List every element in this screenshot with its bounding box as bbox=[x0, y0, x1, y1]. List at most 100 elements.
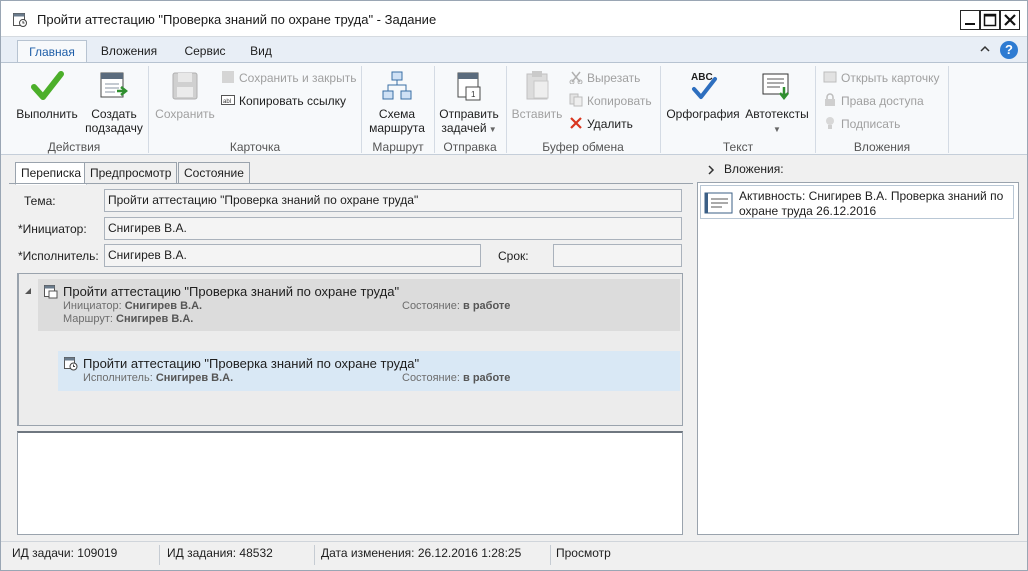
copy-link-label: Копировать ссылку bbox=[239, 94, 346, 108]
ribbon-tab-home[interactable]: Главная bbox=[17, 40, 87, 63]
sign-button[interactable]: Подписать bbox=[823, 115, 900, 133]
paste-label: Вставить bbox=[511, 107, 563, 121]
assignment-clock-icon bbox=[64, 357, 78, 371]
send-as-task-button[interactable]: 1 Отправить задачей ▼ bbox=[436, 69, 502, 137]
clipboard-icon bbox=[526, 71, 549, 100]
delete-button[interactable]: Удалить bbox=[569, 115, 633, 133]
svg-text:abl: abl bbox=[223, 99, 231, 105]
child-state: Состояние: в работе bbox=[402, 372, 511, 384]
child-executor: Исполнитель: Снигирев В.А. bbox=[83, 372, 234, 384]
access-rights-label: Права доступа bbox=[841, 94, 924, 108]
parent-state: Состояние: в работе bbox=[402, 300, 511, 312]
link-icon: abl bbox=[221, 95, 235, 105]
task-window: Пройти аттестацию "Проверка знаний по ох… bbox=[0, 0, 1028, 571]
checkmark-icon bbox=[31, 71, 64, 100]
task-id: ИД задачи: 109019 bbox=[12, 546, 118, 560]
group-separator bbox=[948, 66, 949, 153]
title-bar[interactable]: Пройти аттестацию "Проверка знаний по ох… bbox=[1, 1, 1027, 37]
lock-icon bbox=[825, 93, 835, 106]
save-label: Сохранить bbox=[155, 107, 215, 121]
status-bar: ИД задачи: 109019 ИД задания: 48532 Дата… bbox=[1, 541, 1027, 570]
spellcheck-icon: ABC bbox=[691, 72, 717, 99]
modified-date: Дата изменения: 26.12.2016 1:28:25 bbox=[321, 546, 522, 560]
document-card-icon bbox=[704, 192, 733, 214]
ribbon-tab-attachments[interactable]: Вложения bbox=[93, 40, 165, 63]
group-label-card: Карточка bbox=[229, 140, 281, 154]
parent-task-title: Пройти аттестацию "Проверка знаний по ох… bbox=[63, 284, 400, 299]
view-mode: Просмотр bbox=[556, 546, 611, 560]
route-scheme-button[interactable]: Схема маршрута bbox=[363, 69, 431, 135]
deadline-label: Срок: bbox=[498, 249, 529, 263]
close-button[interactable] bbox=[1000, 10, 1020, 30]
spelling-button[interactable]: ABC Орфография bbox=[662, 69, 744, 121]
maximize-button[interactable] bbox=[980, 10, 1000, 30]
group-label-clipboard: Буфер обмена bbox=[542, 140, 624, 154]
cut-button[interactable]: Вырезать bbox=[569, 69, 640, 87]
tab-state[interactable]: Состояние bbox=[178, 162, 250, 184]
attachment-item[interactable]: Активность: Снигирев В.А. Проверка знани… bbox=[700, 185, 1014, 219]
initiator-label: *Инициатор: bbox=[18, 222, 87, 236]
deadline-field[interactable] bbox=[553, 244, 682, 267]
access-rights-button[interactable]: Права доступа bbox=[823, 92, 924, 110]
chevron-right-icon[interactable] bbox=[707, 165, 715, 175]
tree-node-parent[interactable]: Пройти аттестацию "Проверка знаний по ох… bbox=[38, 279, 680, 331]
ribbon-tab-view[interactable]: Вид bbox=[243, 40, 279, 63]
tree-expand-icon[interactable] bbox=[24, 287, 32, 295]
executor-field[interactable]: Снигирев В.А. bbox=[104, 244, 481, 267]
status-separator bbox=[550, 545, 551, 565]
tab-correspondence[interactable]: Переписка bbox=[15, 162, 88, 185]
maximize-icon bbox=[983, 13, 997, 27]
autotext-icon bbox=[762, 73, 789, 101]
minimize-button[interactable] bbox=[960, 10, 980, 30]
paste-button[interactable]: Вставить bbox=[508, 69, 566, 121]
tree-node-child[interactable]: Пройти аттестацию "Проверка знаний по ох… bbox=[58, 351, 680, 391]
route-diagram-icon bbox=[382, 71, 412, 100]
abc-text: ABC bbox=[691, 72, 713, 83]
copy-link-button[interactable]: abl Копировать ссылку bbox=[221, 92, 346, 110]
save-close-icon bbox=[222, 71, 234, 83]
scissors-icon bbox=[569, 71, 583, 84]
subject-field[interactable]: Пройти аттестацию "Проверка знаний по ох… bbox=[104, 189, 682, 212]
ribbon: Выполнить Создать подзадачу Действия Сох… bbox=[1, 62, 1027, 155]
complete-button[interactable]: Выполнить bbox=[7, 69, 87, 121]
group-label-text: Текст bbox=[722, 140, 754, 154]
copy-icon bbox=[569, 93, 583, 107]
send-calendar-icon: 1 bbox=[457, 72, 481, 101]
task-tree: Пройти аттестацию "Проверка знаний по ох… bbox=[17, 273, 683, 426]
card-icon bbox=[823, 71, 837, 83]
save-close-label: Сохранить и закрыть bbox=[239, 71, 357, 85]
delete-label: Удалить bbox=[587, 117, 633, 131]
task-icon bbox=[44, 285, 58, 299]
status-separator bbox=[314, 545, 315, 565]
ribbon-tab-service[interactable]: Сервис bbox=[177, 40, 233, 63]
comment-textarea[interactable] bbox=[17, 431, 683, 535]
create-subtask-label-2: подзадачу bbox=[85, 121, 143, 135]
parent-initiator: Инициатор: Снигирев В.А. bbox=[63, 300, 203, 312]
task-icon bbox=[13, 13, 27, 27]
route-scheme-label-2: маршрута bbox=[369, 121, 425, 135]
autotext-button[interactable]: Автотексты ▼ bbox=[741, 69, 813, 137]
copy-button[interactable]: Копировать bbox=[569, 92, 652, 110]
send-label-1: Отправить bbox=[439, 107, 499, 121]
floppy-disk-icon bbox=[172, 72, 198, 100]
group-label-attachments: Вложения bbox=[853, 140, 911, 154]
seal-icon bbox=[826, 117, 834, 129]
subject-label: Тема: bbox=[24, 194, 56, 208]
save-close-button[interactable]: Сохранить и закрыть bbox=[221, 69, 356, 87]
dropdown-arrow-icon: ▼ bbox=[773, 125, 781, 134]
help-icon[interactable]: ? bbox=[1000, 41, 1018, 59]
initiator-field[interactable]: Снигирев В.А. bbox=[104, 217, 682, 240]
tab-preview[interactable]: Предпросмотр bbox=[84, 162, 178, 184]
cut-label: Вырезать bbox=[587, 71, 641, 85]
group-label-route: Маршрут bbox=[372, 140, 424, 154]
minimize-icon bbox=[965, 23, 975, 25]
attachments-header: Вложения: bbox=[724, 162, 784, 176]
window-title: Пройти аттестацию "Проверка знаний по ох… bbox=[37, 12, 437, 27]
open-card-label: Открыть карточку bbox=[841, 71, 940, 85]
save-button[interactable]: Сохранить bbox=[153, 69, 217, 121]
subtask-calendar-icon bbox=[100, 72, 129, 98]
collapse-ribbon-icon[interactable] bbox=[979, 43, 991, 55]
open-card-button[interactable]: Открыть карточку bbox=[823, 69, 939, 87]
create-subtask-button[interactable]: Создать подзадачу bbox=[83, 69, 145, 135]
attachment-text: Активность: Снигирев В.А. Проверка знани… bbox=[739, 189, 1004, 218]
